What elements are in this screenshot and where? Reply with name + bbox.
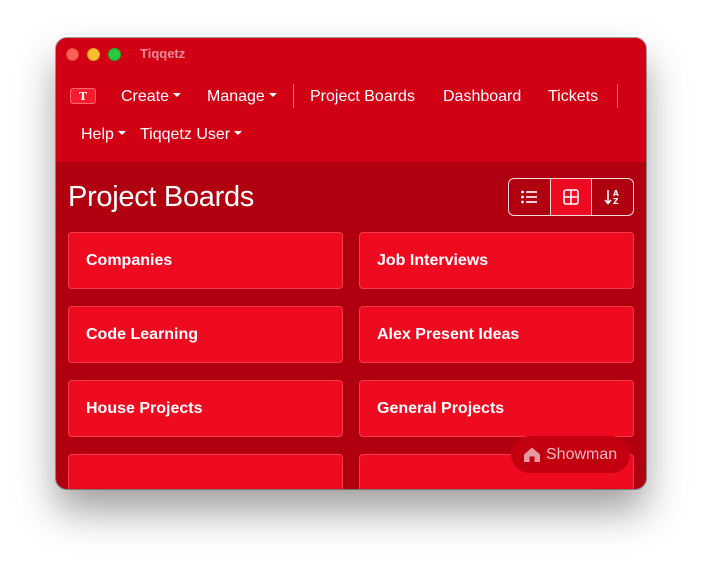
chevron-down-icon [268, 92, 277, 97]
nav-manage-menu[interactable]: Manage [207, 88, 277, 106]
board-card[interactable]: Alex Present Ideas [359, 306, 634, 363]
app-logo-letter: T [78, 89, 88, 103]
nav-user-label: Tiqqetz User [140, 126, 231, 143]
nav-divider [293, 84, 294, 108]
app-window: Tiqqetz T Create Manage Project Boards D… [56, 38, 646, 489]
grid-view-button[interactable] [550, 179, 593, 215]
list-view-button[interactable] [509, 179, 551, 215]
app-logo[interactable]: T [70, 88, 96, 104]
showman-button[interactable]: Showman [511, 436, 630, 473]
nav-project-boards[interactable]: Project Boards [310, 88, 415, 106]
nav-user-menu[interactable]: Tiqqetz User [140, 126, 243, 144]
board-card-title: House Projects [86, 400, 203, 417]
showman-label: Showman [546, 445, 618, 463]
board-card[interactable]: General Projects [359, 380, 634, 437]
house-icon [524, 447, 540, 462]
board-card[interactable]: Code Learning [68, 306, 343, 363]
maximize-window-button[interactable] [108, 48, 121, 61]
nav-help-menu[interactable]: Help [81, 126, 126, 144]
close-window-button[interactable] [66, 48, 79, 61]
nav-create-menu[interactable]: Create [121, 88, 182, 106]
chevron-down-icon [117, 130, 126, 135]
nav-manage-label: Manage [207, 88, 265, 105]
board-card-title: Code Learning [86, 326, 199, 343]
nav-divider [617, 84, 618, 108]
chevron-down-icon [234, 130, 243, 135]
chevron-down-icon [173, 92, 182, 97]
board-card-title: Alex Present Ideas [377, 326, 520, 343]
board-card[interactable]: House Projects [68, 380, 343, 437]
board-card[interactable]: Companies [68, 232, 343, 289]
board-card-title: General Projects [377, 400, 505, 417]
sort-button[interactable]: A Z [592, 179, 633, 215]
sort-az-icon: A Z [604, 189, 619, 206]
svg-text:Z: Z [613, 197, 619, 206]
title-bar: Tiqqetz T Create Manage Project Boards D… [56, 38, 646, 162]
nav-help-label: Help [81, 126, 114, 143]
board-card[interactable] [68, 454, 343, 489]
page-title: Project Boards [68, 181, 254, 213]
board-card-title: Companies [86, 252, 173, 269]
board-card[interactable]: Job Interviews [359, 232, 634, 289]
grid-icon [563, 189, 579, 205]
nav-dashboard[interactable]: Dashboard [443, 88, 521, 106]
nav-create-label: Create [121, 88, 170, 105]
board-card-title: Job Interviews [377, 252, 489, 269]
view-toggle-group: A Z [508, 178, 634, 216]
nav-tickets[interactable]: Tickets [548, 88, 598, 106]
window-title: Tiqqetz [140, 46, 186, 61]
minimize-window-button[interactable] [87, 48, 100, 61]
list-icon [521, 190, 538, 204]
